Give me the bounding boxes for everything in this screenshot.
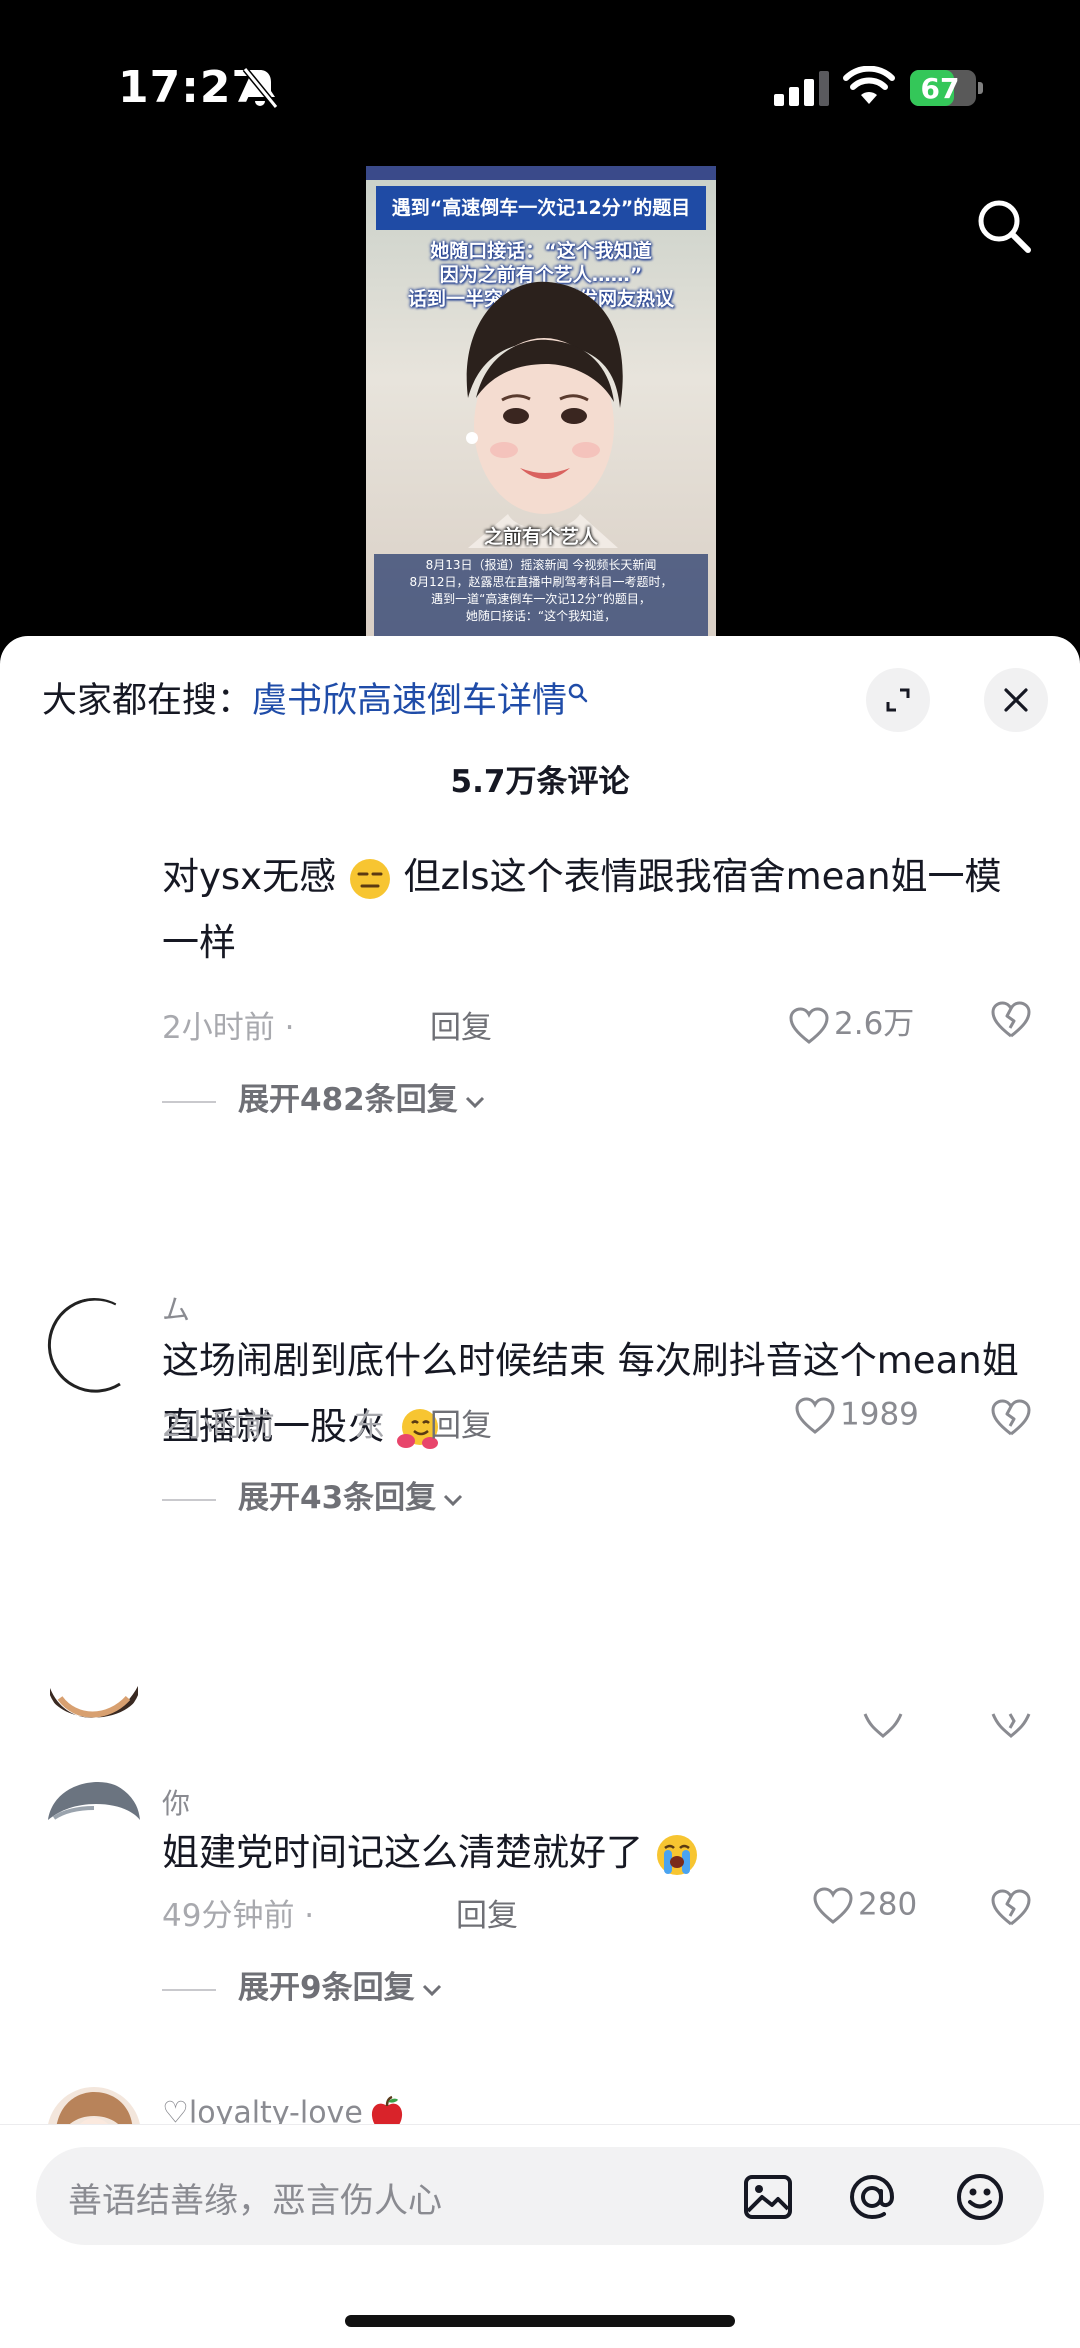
- close-icon: [1004, 688, 1028, 712]
- comment-sheet: 大家都在搜：虞书欣高速倒车详情 5.7万条评论 对ysx无感 但zls这个表情跟…: [0, 636, 1080, 2348]
- comment-text-part: 姐建党时间记这么清楚就好了: [162, 1831, 643, 1874]
- comment-username[interactable]: 你: [162, 1782, 190, 1822]
- comment-input-bar: 善语结善缘，恶言伤人心: [0, 2124, 1080, 2348]
- small-search-icon: [568, 683, 588, 703]
- expand-replies-button[interactable]: 展开482条回复: [162, 1074, 486, 1119]
- comment-count: 5.7万条评论: [450, 764, 630, 800]
- news-line: 8月13日（报道）摇滚新闻 今视频长天新闻: [425, 558, 657, 572]
- like-button[interactable]: 280: [812, 1886, 917, 1930]
- expand-sheet-button[interactable]: [866, 668, 930, 732]
- comment-item: ム 这场闹剧到底什么时候结束 每次刷抖音这个mean姐直播就一股火 2小时前 东…: [0, 1158, 1080, 1538]
- status-bar: 17:27 67: [0, 0, 1080, 160]
- comment-text-part: 对ysx无感: [162, 855, 337, 898]
- battery-indicator: 67: [910, 70, 984, 106]
- avatar[interactable]: [46, 1298, 142, 1394]
- divider-line: [162, 1100, 216, 1103]
- expand-replies-label: 展开9条回复: [238, 1970, 415, 2006]
- expand-replies-label: 展开43条回复: [238, 1480, 437, 1516]
- avatar[interactable]: [46, 1780, 142, 1876]
- divider-line: [162, 1988, 216, 1991]
- dislike-broken-heart-icon[interactable]: [990, 1888, 1032, 1928]
- dislike-broken-heart-icon[interactable]: [990, 1000, 1032, 1040]
- heart-icon: [813, 1887, 853, 1924]
- comment-username[interactable]: ム: [162, 1288, 190, 1328]
- dislike-broken-heart-icon: [991, 1713, 1031, 1738]
- comment-input[interactable]: 善语结善缘，恶言伤人心: [36, 2147, 1044, 2245]
- expand-replies-button[interactable]: 展开43条回复: [162, 1472, 464, 1517]
- cellular-signal-icon: [774, 71, 829, 106]
- mention-at-icon[interactable]: [846, 2171, 898, 2223]
- chevron-down-icon: [422, 1984, 441, 1996]
- battery-percent: 67: [920, 72, 960, 105]
- home-indicator[interactable]: [345, 2315, 735, 2327]
- reply-button[interactable]: 回复: [430, 1400, 492, 1445]
- loudly-crying-face-emoji: [656, 1834, 697, 1875]
- battery-tip: [978, 82, 983, 94]
- heart-icon: [789, 1006, 829, 1044]
- comment-input-placeholder: 善语结善缘，恶言伤人心: [68, 2181, 442, 2221]
- heart-icon: [863, 1713, 903, 1738]
- video-top-strip: [366, 166, 716, 180]
- search-icon[interactable]: [972, 194, 1036, 258]
- close-sheet-button[interactable]: [984, 668, 1048, 732]
- trending-search-bar[interactable]: 大家都在搜：虞书欣高速倒车详情: [42, 676, 589, 726]
- expressionless-face-emoji: [349, 858, 390, 899]
- trending-term-link[interactable]: 虞书欣高速倒车详情: [252, 681, 567, 721]
- like-count: 2.6万: [834, 1006, 915, 1042]
- heart-icon: [795, 1397, 835, 1434]
- comment-item: 对ysx无感 但zls这个表情跟我宿舍mean姐一模一样 2小时前 · 回复 2…: [0, 836, 1080, 1166]
- bell-off-icon: [242, 67, 279, 109]
- avatar[interactable]: [46, 1628, 142, 1724]
- video-subtitle-line: 她随口接话：“这个我知道: [430, 240, 652, 262]
- wifi-icon: [843, 66, 895, 104]
- image-icon[interactable]: [742, 2171, 794, 2223]
- expand-icon: [886, 688, 910, 712]
- emoji-smiley-icon[interactable]: [954, 2171, 1006, 2223]
- comment-time: 2小时前 ·: [162, 1010, 295, 1046]
- chevron-down-icon: [465, 1096, 484, 1108]
- video-person-portrait: [466, 281, 623, 548]
- expand-replies-label: 展开482条回复: [238, 1082, 458, 1118]
- chevron-down-icon: [444, 1494, 463, 1506]
- video-player[interactable]: 遇到“高速倒车一次记12分”的题目 她随口接话：“这个我知道 因为之前有个艺人……: [366, 166, 716, 638]
- comment-text: 姐建党时间记这么清楚就好了: [162, 1820, 1032, 1886]
- video-news-ticker: 8月13日（报道）摇滚新闻 今视频长天新闻 8月12日，赵露思在直播中刷驾考科目…: [374, 554, 708, 638]
- like-count: 280: [858, 1886, 918, 1923]
- expand-replies-button[interactable]: 展开9条回复: [162, 1962, 443, 2007]
- video-caption: 之前有个艺人: [483, 526, 598, 548]
- dislike-broken-heart-icon[interactable]: [990, 1398, 1032, 1438]
- comment-text: 对ysx无感 但zls这个表情跟我宿舍mean姐一模一样: [162, 844, 1032, 976]
- news-line: 8月12日，赵露思在直播中刷驾考科目一考题时，: [409, 575, 673, 589]
- divider-line: [162, 1498, 216, 1501]
- news-line: 她随口接话：“这个我知道，: [465, 609, 617, 623]
- comment-time: 2小时前: [162, 1408, 275, 1444]
- reply-button[interactable]: 回复: [456, 1890, 518, 1935]
- like-button[interactable]: 1989: [794, 1396, 919, 1440]
- reply-button[interactable]: 回复: [430, 1002, 492, 1047]
- comment-text: 这场闹剧到底什么时候结束 每次刷抖音这个mean姐直播就一股火: [162, 1328, 1032, 1460]
- comment-location: 东: [354, 1408, 385, 1444]
- comment-time: 49分钟前 ·: [162, 1898, 315, 1934]
- like-button[interactable]: 2.6万: [788, 998, 915, 1044]
- news-line: 遇到一道“高速倒车一次记12分”的题目，: [431, 592, 651, 606]
- trending-label: 大家都在搜：: [42, 681, 253, 721]
- like-count: 1989: [840, 1396, 919, 1433]
- video-headline: 遇到“高速倒车一次记12分”的题目: [376, 186, 706, 230]
